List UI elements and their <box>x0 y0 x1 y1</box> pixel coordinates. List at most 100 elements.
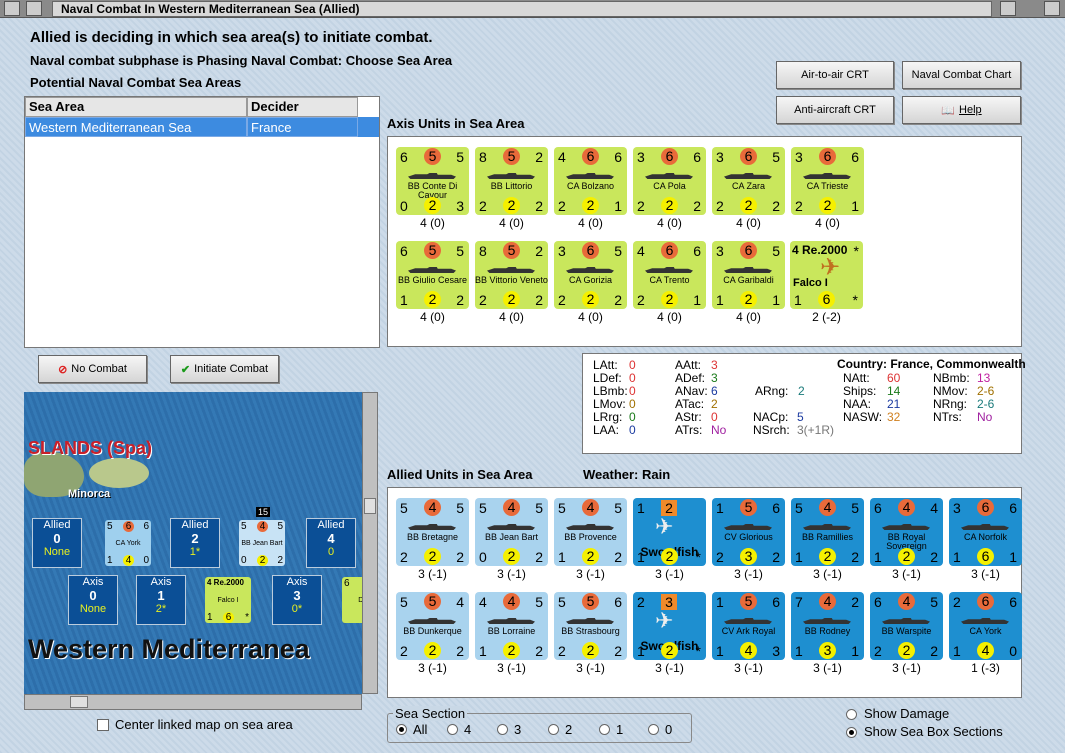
ship-silhouette-icon <box>566 618 614 624</box>
attack-value: 6 <box>661 148 678 165</box>
bottom-right-value: 2 <box>456 549 464 565</box>
unit-counter[interactable]: 6 4 5 BB Warspite 2 2 2 <box>870 592 943 660</box>
bottom-right-value: 2 <box>277 555 283 566</box>
defense-value: 2 <box>503 642 520 659</box>
unit-counter[interactable]: 3 6 5 CA Zara 2 2 2 <box>712 147 785 215</box>
unit-name: CV Ark Royal <box>721 626 776 636</box>
show-damage-radio[interactable] <box>846 709 857 720</box>
show-sea-box-radio[interactable] <box>846 727 857 738</box>
bottom-left-value: 1 <box>716 643 724 659</box>
bottom-right-value: * <box>695 643 701 659</box>
sea-section-radio-1[interactable] <box>599 724 610 735</box>
stat-label: NACp: <box>753 410 789 424</box>
unit-name: CA Gorizia <box>568 275 612 285</box>
attack-value: 6 <box>740 242 757 259</box>
help-book-icon: 📖 <box>941 104 956 117</box>
unit-counter[interactable]: 6 4 4 BB Royal Sovereign 1 2 2 <box>870 498 943 566</box>
map-vertical-scrollbar[interactable] <box>362 392 378 694</box>
unit-counter[interactable]: 8 5 2 BB Littorio 2 2 2 <box>475 147 548 215</box>
unit-damage-label: 4 (0) <box>657 216 682 230</box>
box-title: Allied <box>317 519 345 531</box>
initiate-combat-button[interactable]: ✔ Initiate Combat <box>170 355 279 383</box>
close-button[interactable] <box>1044 1 1060 16</box>
ship-silhouette-icon <box>724 618 772 624</box>
mini-unit-counter[interactable]: 4 Re.2000 Falco I 1 6 * <box>205 577 251 623</box>
unit-damage-label: 3 (-1) <box>576 661 605 675</box>
unit-counter[interactable]: 3 6 6 CA Trieste 2 2 1 <box>791 147 864 215</box>
unit-counter[interactable]: 1 5 6 CV Ark Royal 1 4 3 <box>712 592 785 660</box>
maximize-button[interactable] <box>1000 1 1016 16</box>
sea-section-radio-3[interactable] <box>497 724 508 735</box>
minorca-label: Minorca <box>68 488 111 500</box>
bottom-left-value: 2 <box>558 292 566 308</box>
minimize-button[interactable] <box>26 1 42 16</box>
unit-damage-label: 1 (-3) <box>971 661 1000 675</box>
unit-counter[interactable]: 2 6 6 CA York 1 4 0 <box>949 592 1022 660</box>
axis-sea-box[interactable]: Axis 1 2* <box>136 575 186 625</box>
allied-sea-box[interactable]: Allied 4 0 <box>306 518 356 568</box>
help-button[interactable]: 📖 Help <box>902 96 1021 124</box>
unit-counter[interactable]: 3 6 5 CA Garibaldi 1 2 1 <box>712 241 785 309</box>
unit-counter[interactable]: 3 6 6 CA Pola 2 2 2 <box>633 147 706 215</box>
mini-unit-counter[interactable]: 5 4 5 BB Jean Bart 0 2 2 <box>239 520 285 566</box>
unit-counter[interactable]: 23✈Swordfish12* <box>633 592 706 660</box>
top-left-value: 1 <box>716 594 724 610</box>
center-map-checkbox[interactable] <box>97 719 109 731</box>
allied-sea-box[interactable]: Allied 0 None <box>32 518 82 568</box>
axis-sea-box[interactable]: Axis 0 None <box>68 575 118 625</box>
unit-counter[interactable]: 6 5 5 BB Conte Di Cavour 0 2 3 <box>396 147 469 215</box>
map-horizontal-scrollbar[interactable] <box>24 694 362 710</box>
unit-counter[interactable]: 5 4 5 BB Jean Bart 0 2 2 <box>475 498 548 566</box>
stat-value: 3 <box>711 358 718 372</box>
scroll-thumb[interactable] <box>70 696 88 708</box>
unit-counter[interactable]: 5 4 5 BB Bretagne 2 2 2 <box>396 498 469 566</box>
unit-counter[interactable]: 3 6 6 CA Norfolk 1 6 1 <box>949 498 1022 566</box>
unit-counter[interactable]: 8 5 2 BB Vittorio Veneto 2 2 2 <box>475 241 548 309</box>
bottom-left-value: 1 <box>953 549 961 565</box>
no-combat-button[interactable]: ⊘ No Combat <box>38 355 147 383</box>
defense-value: 6 <box>818 291 835 308</box>
unit-counter[interactable]: 6 5 5 BB Giulio Cesare 1 2 2 <box>396 241 469 309</box>
bottom-right-value: 2 <box>456 643 464 659</box>
scroll-thumb[interactable] <box>364 498 376 514</box>
unit-counter[interactable]: 7 4 2 BB Rodney 1 3 1 <box>791 592 864 660</box>
table-row[interactable]: Western Mediterranean Sea France <box>25 117 379 137</box>
system-menu-button[interactable] <box>4 1 20 16</box>
top-right-value: 6 <box>851 149 859 165</box>
box-count: 0 <box>53 531 61 546</box>
naval-combat-chart-button[interactable]: Naval Combat Chart <box>902 61 1021 89</box>
air-to-air-crt-button[interactable]: Air-to-air CRT <box>776 61 894 89</box>
mini-unit-counter[interactable]: 6 Di C <box>342 577 362 623</box>
bottom-right-value: 1 <box>851 643 859 659</box>
unit-counter[interactable]: 3 6 5 CA Gorizia 2 2 2 <box>554 241 627 309</box>
unit-name: BB Provence <box>564 532 617 542</box>
defense-value: 2 <box>661 642 678 659</box>
unit-counter[interactable]: 5 5 4 BB Dunkerque 2 2 2 <box>396 592 469 660</box>
unit-counter[interactable]: 1 5 6 CV Glorious 2 3 2 <box>712 498 785 566</box>
sea-map[interactable]: SLANDS (Spa) Minorca Western Mediterrane… <box>24 392 362 694</box>
unit-counter[interactable]: 4 6 6 CA Bolzano 2 2 1 <box>554 147 627 215</box>
unit-counter[interactable]: 4 4 5 BB Lorraine 1 2 2 <box>475 592 548 660</box>
anti-aircraft-crt-button[interactable]: Anti-aircraft CRT <box>776 96 894 124</box>
sea-section-radio-2[interactable] <box>548 724 559 735</box>
col-sea-area[interactable]: Sea Area <box>25 97 247 117</box>
unit-counter[interactable]: 4 6 6 CA Trento 2 2 1 <box>633 241 706 309</box>
aircraft-counter[interactable]: 4 Re.2000 * ✈ Falco I 1 6 * <box>790 241 863 309</box>
unit-counter[interactable]: 5 4 5 BB Provence 1 2 2 <box>554 498 627 566</box>
unit-counter[interactable]: 12✈Swordfish12* <box>633 498 706 566</box>
allied-sea-box[interactable]: Allied 2 1* <box>170 518 220 568</box>
attack-value: 6 <box>740 148 757 165</box>
ship-silhouette-icon <box>724 524 772 530</box>
status-line: Allied is deciding in which sea area(s) … <box>30 29 433 46</box>
unit-counter[interactable]: 5 5 6 BB Strasbourg 2 2 2 <box>554 592 627 660</box>
attack-value: 6 <box>582 148 599 165</box>
col-decider[interactable]: Decider <box>247 97 358 117</box>
unit-damage-label: 3 (-1) <box>813 661 842 675</box>
mini-unit-counter[interactable]: 5 6 6 CA York 1 4 0 <box>105 520 151 566</box>
bottom-left-value: 1 <box>637 643 645 659</box>
sea-section-radio-All[interactable] <box>396 724 407 735</box>
sea-section-radio-4[interactable] <box>447 724 458 735</box>
axis-sea-box[interactable]: Axis 3 0* <box>272 575 322 625</box>
unit-counter[interactable]: 5 4 5 BB Ramillies 1 2 2 <box>791 498 864 566</box>
sea-section-radio-0[interactable] <box>648 724 659 735</box>
